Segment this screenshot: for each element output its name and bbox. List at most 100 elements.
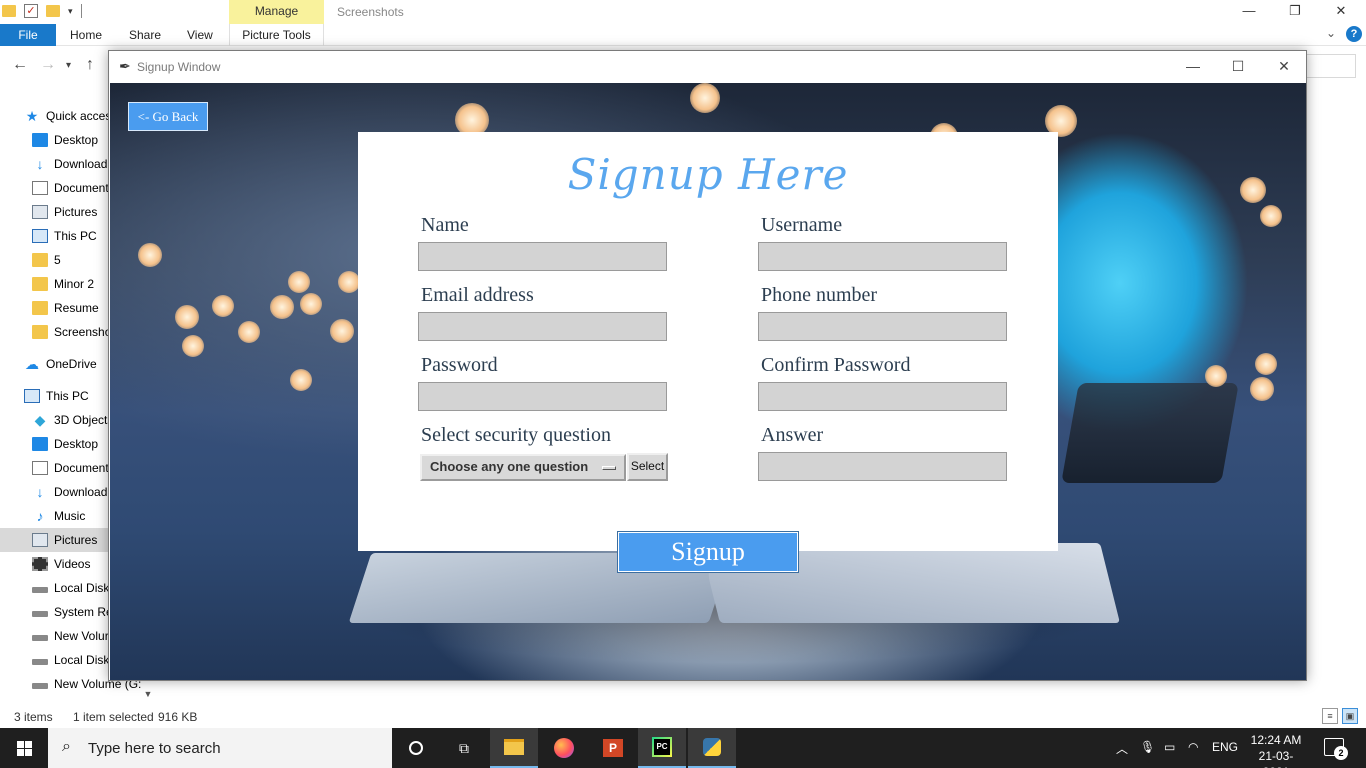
show-hidden-icons-icon[interactable]: ︿ bbox=[1116, 740, 1128, 757]
start-button[interactable] bbox=[0, 728, 48, 768]
bokeh-light bbox=[1255, 353, 1277, 375]
email-label: Email address bbox=[421, 284, 534, 306]
taskbar-file-explorer[interactable] bbox=[490, 728, 538, 768]
restore-icon[interactable]: ❐ bbox=[1272, 0, 1318, 24]
close-icon[interactable]: ✕ bbox=[1318, 0, 1364, 24]
password-label: Password bbox=[421, 354, 498, 376]
details-view-icon[interactable]: ≡ bbox=[1322, 708, 1338, 724]
expand-ribbon-icon[interactable]: ⌄ bbox=[1326, 26, 1336, 40]
recent-locations-icon[interactable]: ▾ bbox=[66, 60, 71, 71]
cortana-button[interactable] bbox=[392, 728, 440, 768]
search-icon: ⌕ bbox=[62, 738, 71, 755]
explorer-titlebar: ✓ ▾ Manage Screenshots — ❐ ✕ bbox=[0, 0, 1366, 24]
ribbon-view-tab[interactable]: View bbox=[187, 24, 213, 46]
background-image: <- Go Back Signup Here Name Username Ema… bbox=[110, 83, 1306, 680]
lamp-stand bbox=[1061, 383, 1239, 483]
sidebar-item-label: Screensho bbox=[54, 325, 112, 339]
name-field[interactable] bbox=[418, 242, 667, 271]
drive-icon bbox=[32, 659, 48, 665]
explorer-ribbon: File Home Share View Picture Tools ⌄ ? bbox=[0, 24, 1366, 46]
battery-icon[interactable]: ▭ bbox=[1164, 740, 1175, 754]
microphone-icon[interactable]: 🎙 bbox=[1140, 740, 1155, 754]
bokeh-light bbox=[288, 271, 310, 293]
bokeh-light bbox=[300, 293, 322, 315]
bokeh-light bbox=[1240, 177, 1266, 203]
select-question-button[interactable]: Select bbox=[627, 453, 668, 481]
cloud-icon: ☁ bbox=[25, 356, 39, 372]
clock-date: 21-03-2021 bbox=[1258, 749, 1294, 768]
password-field[interactable] bbox=[418, 382, 667, 411]
signup-window-title: Signup Window bbox=[137, 60, 221, 74]
taskbar-python[interactable] bbox=[688, 728, 736, 768]
taskbar-search-box[interactable]: ⌕ Type here to search bbox=[48, 728, 392, 768]
minimize-icon[interactable]: — bbox=[1226, 0, 1272, 24]
confirm-password-field[interactable] bbox=[758, 382, 1007, 411]
bokeh-light bbox=[212, 295, 234, 317]
answer-field[interactable] bbox=[758, 452, 1007, 481]
sidebar-item-label: Pictures bbox=[54, 205, 98, 219]
taskbar-powerpoint[interactable]: P bbox=[589, 728, 637, 768]
up-arrow-icon[interactable]: ↑ bbox=[86, 56, 94, 74]
close-icon[interactable]: ✕ bbox=[1261, 51, 1307, 81]
folder-icon[interactable] bbox=[2, 5, 16, 17]
wifi-icon[interactable]: ◠ bbox=[1188, 740, 1198, 754]
sidebar-item-label: Videos bbox=[54, 557, 91, 571]
ribbon-picture-tools-tab[interactable]: Picture Tools bbox=[229, 24, 324, 46]
bokeh-light bbox=[182, 335, 204, 357]
properties-icon[interactable]: ✓ bbox=[24, 4, 38, 18]
sidebar-item-label: New Volur bbox=[54, 629, 109, 643]
clock[interactable]: 12:24 AM 21-03-2021 bbox=[1248, 732, 1304, 768]
bokeh-light bbox=[138, 243, 162, 267]
new-folder-icon[interactable] bbox=[46, 5, 60, 17]
help-icon[interactable]: ? bbox=[1346, 26, 1362, 42]
download-icon: ↓ bbox=[36, 156, 44, 172]
sidebar-item-label: OneDrive bbox=[46, 357, 97, 371]
document-icon bbox=[32, 461, 48, 475]
sidebar-item-label: Download bbox=[54, 485, 108, 499]
customize-toolbar-icon[interactable]: ▾ bbox=[68, 6, 73, 17]
go-back-button[interactable]: <- Go Back bbox=[128, 102, 208, 131]
sidebar-item-label: Document bbox=[54, 461, 109, 475]
signup-button[interactable]: Signup bbox=[618, 532, 798, 572]
forward-arrow-icon[interactable]: → bbox=[40, 56, 56, 74]
python-icon bbox=[703, 738, 721, 756]
sidebar-item-label: Download bbox=[54, 157, 108, 171]
taskbar-pycharm[interactable] bbox=[638, 728, 686, 768]
powerpoint-icon: P bbox=[603, 739, 623, 757]
pictures-icon bbox=[32, 205, 48, 219]
search-box[interactable] bbox=[1306, 54, 1356, 78]
search-placeholder: Type here to search bbox=[88, 740, 221, 757]
signup-window-titlebar: ✒ Signup Window — ☐ ✕ bbox=[109, 51, 1306, 83]
ribbon-home-tab[interactable]: Home bbox=[70, 24, 102, 46]
bokeh-light bbox=[338, 271, 360, 293]
sidebar-item-label: Local Disk bbox=[54, 653, 110, 667]
clock-time: 12:24 AM bbox=[1250, 733, 1302, 747]
sidebar-item-label: This PC bbox=[46, 389, 89, 403]
ribbon-file-tab[interactable]: File bbox=[0, 24, 56, 46]
security-question-value: Choose any one question bbox=[430, 459, 589, 474]
windows-logo-icon bbox=[17, 741, 32, 756]
security-question-select[interactable]: Choose any one question bbox=[420, 454, 626, 481]
sidebar-item-label: Document bbox=[54, 181, 109, 195]
bokeh-light bbox=[175, 305, 199, 329]
phone-label: Phone number bbox=[761, 284, 878, 306]
maximize-icon[interactable]: ☐ bbox=[1215, 51, 1261, 81]
username-field[interactable] bbox=[758, 242, 1007, 271]
large-icons-view-icon[interactable]: ▣ bbox=[1342, 708, 1358, 724]
task-view-button[interactable]: ⧉ bbox=[440, 728, 488, 768]
scroll-down-icon[interactable]: ▼ bbox=[141, 689, 155, 703]
back-arrow-icon[interactable]: ← bbox=[12, 56, 28, 74]
explorer-window-title: Screenshots bbox=[337, 5, 404, 19]
sidebar-item-label: System Re bbox=[54, 605, 113, 619]
manage-tab[interactable]: Manage bbox=[229, 0, 324, 24]
phone-field[interactable] bbox=[758, 312, 1007, 341]
taskbar-firefox[interactable] bbox=[540, 728, 588, 768]
language-indicator[interactable]: ENG bbox=[1212, 740, 1238, 754]
ribbon-share-tab[interactable]: Share bbox=[129, 24, 161, 46]
drive-icon bbox=[32, 683, 48, 689]
minimize-icon[interactable]: — bbox=[1170, 51, 1216, 81]
drive-icon bbox=[32, 611, 48, 617]
email-field[interactable] bbox=[418, 312, 667, 341]
item-count: 3 items bbox=[14, 710, 53, 724]
username-label: Username bbox=[761, 214, 843, 236]
